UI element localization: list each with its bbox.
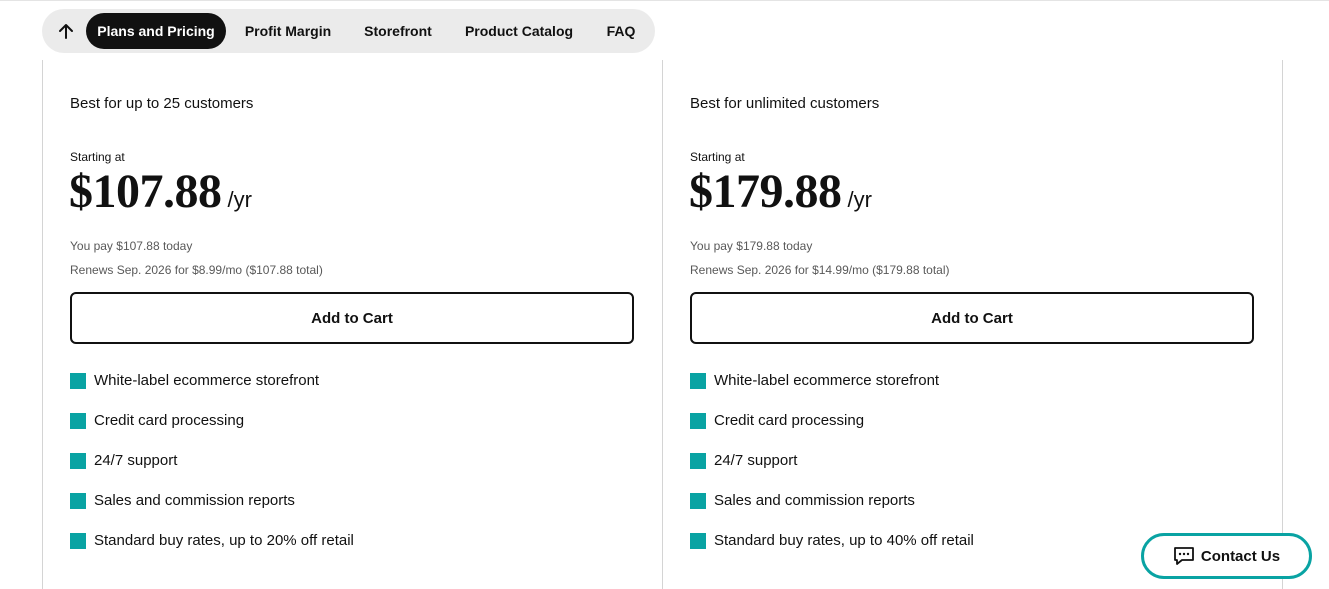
feature-bullet-icon [70, 493, 86, 509]
price-amount: $179.88 [689, 165, 842, 218]
feature-bullet-icon [70, 373, 86, 389]
top-divider [0, 0, 1329, 1]
pay-today-text: You pay $107.88 today [70, 239, 193, 253]
feature-bullet-icon [70, 413, 86, 429]
contact-us-button[interactable]: Contact Us [1141, 533, 1312, 579]
feature-label: Sales and commission reports [714, 492, 915, 509]
plan-tagline: Best for unlimited customers [690, 95, 880, 112]
starting-at-label: Starting at [70, 150, 125, 164]
add-to-cart-button[interactable]: Add to Cart [690, 292, 1254, 344]
chat-icon [1174, 547, 1194, 565]
feature-item: Sales and commission reports [690, 492, 974, 532]
feature-item: Credit card processing [690, 412, 974, 452]
feature-bullet-icon [690, 453, 706, 469]
feature-list: White-label ecommerce storefront Credit … [690, 372, 974, 572]
nav-tab-plans-and-pricing[interactable]: Plans and Pricing [86, 13, 226, 49]
feature-label: Sales and commission reports [94, 492, 295, 509]
feature-item: Standard buy rates, up to 40% off retail [690, 532, 974, 572]
feature-item: Standard buy rates, up to 20% off retail [70, 532, 354, 572]
plan-tagline: Best for up to 25 customers [70, 95, 254, 112]
feature-item: 24/7 support [690, 452, 974, 492]
feature-label: Standard buy rates, up to 40% off retail [714, 532, 974, 549]
feature-label: Credit card processing [714, 412, 865, 429]
pay-today-text: You pay $179.88 today [690, 239, 813, 253]
nav-tab-profit-margin[interactable]: Profit Margin [232, 13, 344, 49]
nav-tab-faq[interactable]: FAQ [594, 13, 648, 49]
price-period: /yr [227, 187, 252, 212]
feature-bullet-icon [690, 533, 706, 549]
plan-price: $179.88/yr [689, 163, 872, 229]
feature-bullet-icon [70, 453, 86, 469]
nav-tab-product-catalog[interactable]: Product Catalog [452, 13, 586, 49]
feature-bullet-icon [690, 493, 706, 509]
price-amount: $107.88 [69, 165, 222, 218]
contact-us-label: Contact Us [1200, 547, 1281, 565]
feature-label: 24/7 support [94, 452, 178, 469]
feature-label: Credit card processing [94, 412, 245, 429]
starting-at-label: Starting at [690, 150, 745, 164]
plan-price: $107.88/yr [69, 163, 252, 229]
plan-card: Best for unlimited customers Starting at… [662, 60, 1283, 589]
renewal-text: Renews Sep. 2026 for $14.99/mo ($179.88 … [690, 263, 950, 277]
feature-bullet-icon [690, 373, 706, 389]
scroll-top-button[interactable] [50, 15, 82, 47]
feature-item: White-label ecommerce storefront [690, 372, 974, 412]
price-period: /yr [847, 187, 872, 212]
arrow-up-icon [59, 24, 73, 39]
feature-item: Sales and commission reports [70, 492, 354, 532]
feature-item: 24/7 support [70, 452, 354, 492]
feature-item: White-label ecommerce storefront [70, 372, 354, 412]
feature-bullet-icon [690, 413, 706, 429]
feature-label: White-label ecommerce storefront [94, 372, 320, 389]
feature-label: White-label ecommerce storefront [714, 372, 940, 389]
feature-bullet-icon [70, 533, 86, 549]
feature-item: Credit card processing [70, 412, 354, 452]
feature-label: 24/7 support [714, 452, 798, 469]
add-to-cart-button[interactable]: Add to Cart [70, 292, 634, 344]
plan-card: Best for up to 25 customers Starting at … [42, 60, 662, 589]
feature-label: Standard buy rates, up to 20% off retail [94, 532, 354, 549]
renewal-text: Renews Sep. 2026 for $8.99/mo ($107.88 t… [70, 263, 323, 277]
feature-list: White-label ecommerce storefront Credit … [70, 372, 354, 572]
nav-tab-storefront[interactable]: Storefront [352, 13, 444, 49]
section-nav: Plans and Pricing Profit Margin Storefro… [42, 9, 655, 53]
